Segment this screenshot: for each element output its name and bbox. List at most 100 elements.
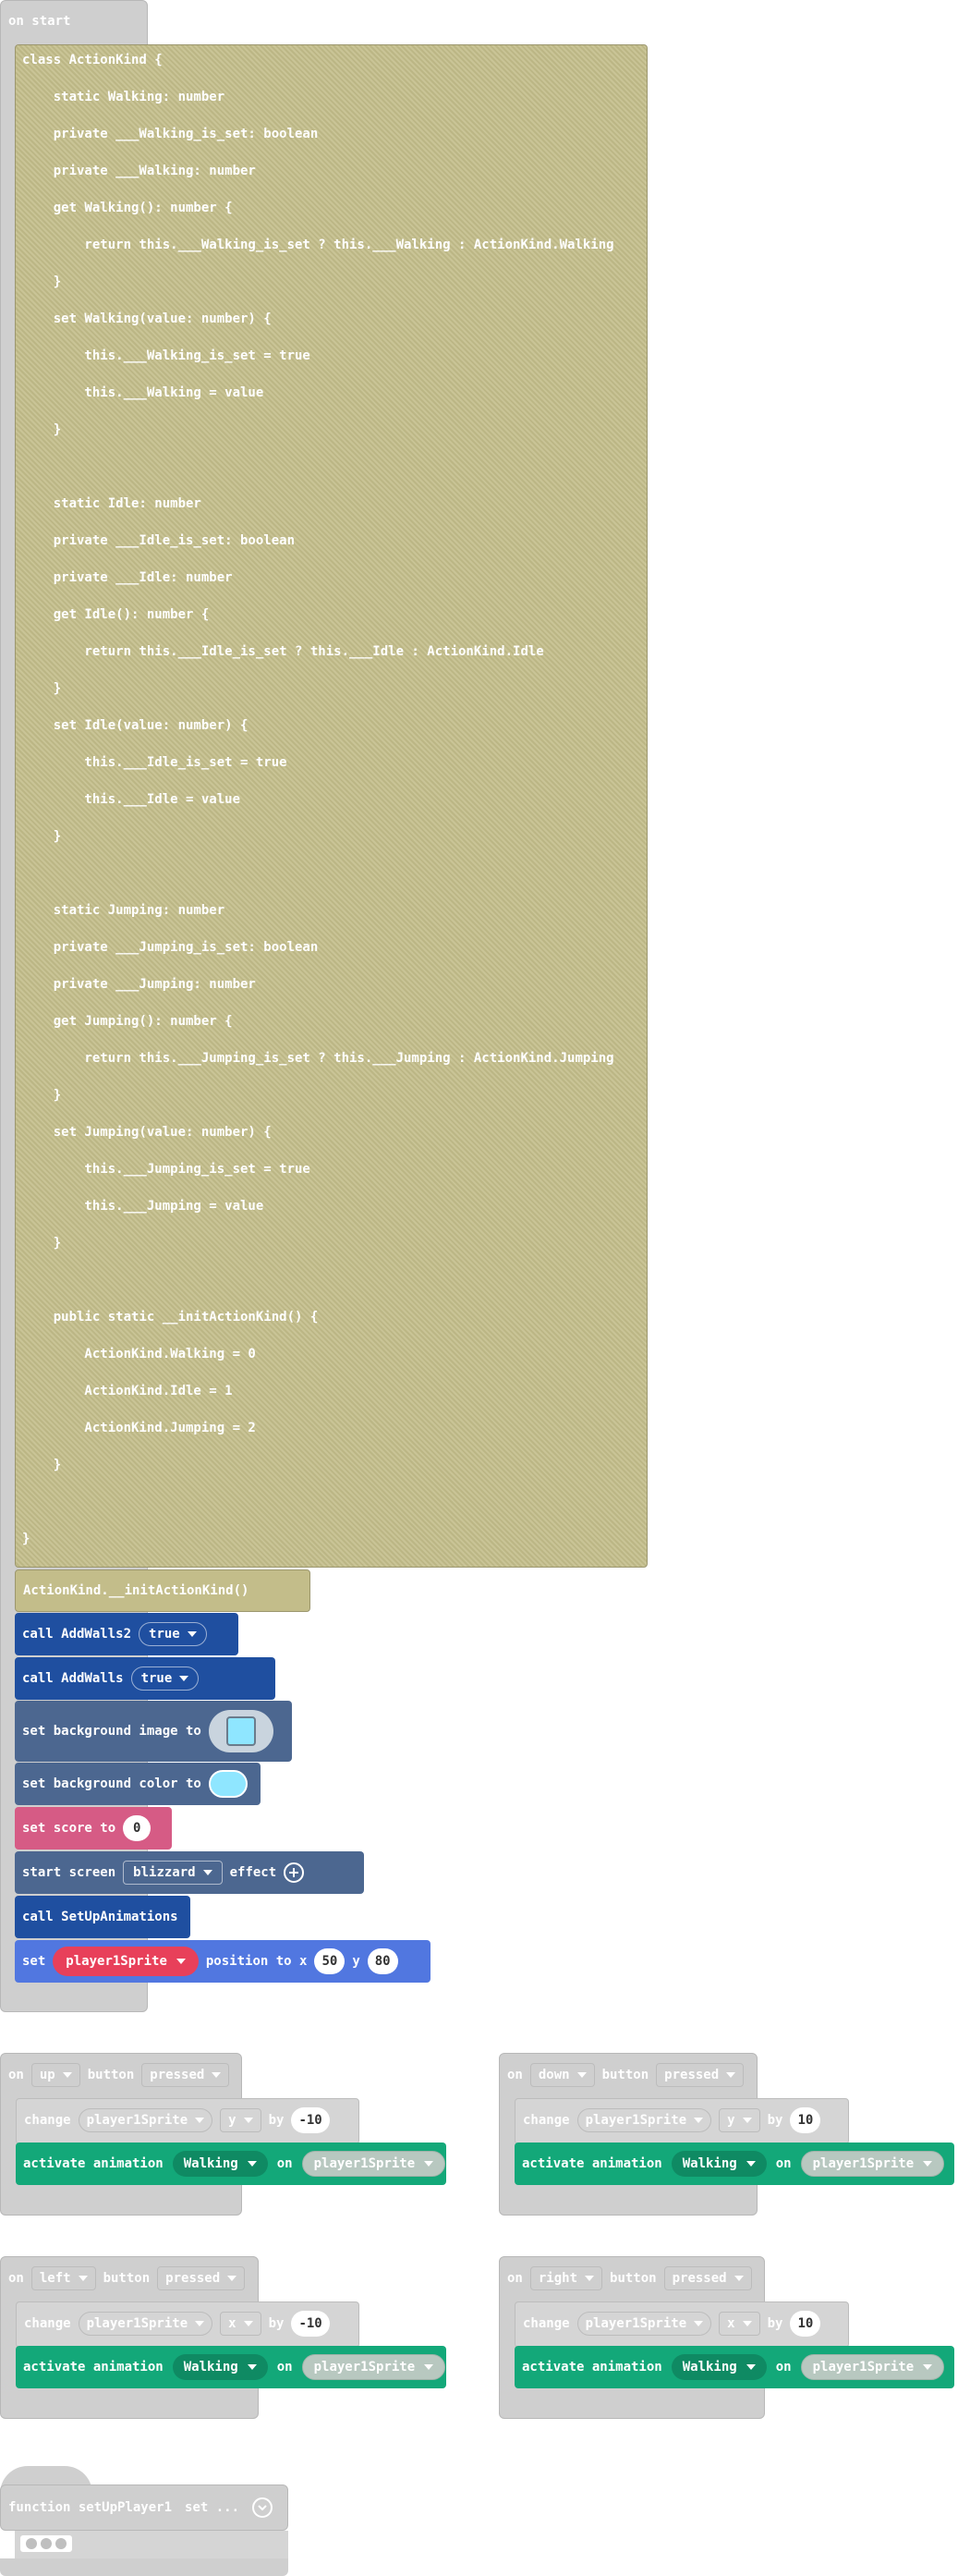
button-value: right bbox=[538, 2271, 578, 2286]
change-sprite-dropdown[interactable]: player1Sprite bbox=[78, 2312, 213, 2336]
background-image-icon[interactable] bbox=[208, 1710, 273, 1752]
chevron-circle-icon[interactable] bbox=[252, 2497, 273, 2518]
code-line: this.___Walking = value bbox=[22, 385, 264, 400]
on-label: on bbox=[8, 2068, 24, 2082]
activate-animation-block[interactable]: activate animation Walking on player1Sprite bbox=[16, 2346, 446, 2388]
change-block[interactable]: change player1Sprite x by 10 bbox=[515, 2301, 849, 2348]
code-line: ActionKind.Walking = 0 bbox=[22, 1347, 256, 1361]
activate-animation-block[interactable]: activate animation Walking on player1Sprite bbox=[515, 2346, 954, 2388]
button-dropdown[interactable]: up bbox=[30, 2063, 80, 2087]
on-target-label: on bbox=[775, 2156, 792, 2171]
position-x-input[interactable]: 50 bbox=[314, 1948, 346, 1974]
change-sprite-dropdown[interactable]: player1Sprite bbox=[576, 2312, 712, 2336]
code-line: } bbox=[22, 1236, 62, 1251]
caret-down-icon bbox=[585, 2276, 595, 2281]
axis-dropdown[interactable]: x bbox=[220, 2312, 261, 2336]
delta-input[interactable]: 10 bbox=[790, 2311, 821, 2337]
event-dropdown[interactable]: pressed bbox=[141, 2063, 230, 2087]
change-block[interactable]: change player1Sprite y by -10 bbox=[16, 2098, 359, 2144]
init-action-kind-block[interactable]: ActionKind.__initActionKind() bbox=[15, 1569, 310, 1612]
init-action-kind-label: ActionKind.__initActionKind() bbox=[23, 1583, 249, 1598]
axis-value: y bbox=[727, 2113, 735, 2128]
code-line: } bbox=[22, 829, 62, 844]
code-line: this.___Idle_is_set = true bbox=[22, 755, 287, 770]
controller-event-up[interactable]: on up button pressed change player1Sprite y by -… bbox=[0, 2053, 446, 2216]
code-block[interactable]: class ActionKind { static Walking: numbe… bbox=[15, 44, 648, 1568]
change-block[interactable]: change player1Sprite y by 10 bbox=[515, 2098, 849, 2144]
target-sprite-dropdown[interactable]: player1Sprite bbox=[301, 2354, 446, 2380]
change-label: change bbox=[24, 2316, 71, 2331]
on-start-label: on start bbox=[8, 14, 71, 29]
button-dropdown[interactable]: down bbox=[529, 2063, 595, 2087]
button-value: up bbox=[39, 2068, 55, 2082]
call-addwalls-block[interactable]: call AddWalls true bbox=[15, 1657, 275, 1700]
function-header[interactable]: function setUpPlayer1 set ... bbox=[0, 2484, 288, 2531]
axis-dropdown[interactable]: x bbox=[719, 2312, 760, 2336]
set-position-block[interactable]: set player1Sprite position to x 50 y 80 bbox=[15, 1940, 430, 1983]
event-value: pressed bbox=[672, 2271, 727, 2286]
event-dropdown[interactable]: pressed bbox=[157, 2266, 246, 2290]
call-setup-animations-block[interactable]: call SetUpAnimations bbox=[15, 1896, 190, 1938]
animation-dropdown[interactable]: Walking bbox=[671, 2354, 767, 2380]
function-params[interactable] bbox=[15, 2533, 288, 2555]
animation-dropdown[interactable]: Walking bbox=[671, 2151, 767, 2177]
change-sprite-dropdown[interactable]: player1Sprite bbox=[78, 2108, 213, 2132]
target-sprite-dropdown[interactable]: player1Sprite bbox=[301, 2151, 446, 2177]
addwalls2-value: true bbox=[149, 1627, 180, 1642]
caret-down-icon bbox=[746, 2364, 756, 2370]
event-dropdown[interactable]: pressed bbox=[663, 2266, 752, 2290]
activate-animation-block[interactable]: activate animation Walking on player1Sprite bbox=[16, 2143, 446, 2185]
axis-dropdown[interactable]: y bbox=[220, 2108, 261, 2132]
axis-dropdown[interactable]: y bbox=[719, 2108, 760, 2132]
set-background-image-block[interactable]: set background image to bbox=[15, 1701, 292, 1762]
code-line: private ___Idle_is_set: boolean bbox=[22, 533, 296, 548]
dots-icon[interactable] bbox=[20, 2535, 72, 2552]
on-target-label: on bbox=[276, 2360, 293, 2375]
position-y-input[interactable]: 80 bbox=[367, 1948, 398, 1974]
caret-down-icon bbox=[187, 1631, 197, 1637]
delta-input[interactable]: 10 bbox=[790, 2107, 821, 2133]
button-dropdown[interactable]: left bbox=[30, 2266, 96, 2290]
plus-circle-icon[interactable] bbox=[284, 1862, 305, 1883]
controller-event-left[interactable]: on left button pressed change player1Sprite x b… bbox=[0, 2256, 446, 2419]
axis-value: x bbox=[727, 2316, 735, 2331]
animation-dropdown[interactable]: Walking bbox=[172, 2354, 268, 2380]
animation-value: Walking bbox=[682, 2360, 737, 2375]
caret-down-icon bbox=[195, 2321, 205, 2326]
target-sprite-dropdown[interactable]: player1Sprite bbox=[800, 2151, 945, 2177]
target-sprite-dropdown[interactable]: player1Sprite bbox=[800, 2354, 945, 2380]
change-sprite-dropdown[interactable]: player1Sprite bbox=[576, 2108, 712, 2132]
caret-down-icon bbox=[62, 2072, 72, 2078]
code-line: private ___Walking_is_set: boolean bbox=[22, 127, 319, 141]
start-screen-effect-block[interactable]: start screen blizzard effect bbox=[15, 1851, 364, 1894]
function-block[interactable]: function setUpPlayer1 set ... bbox=[0, 2466, 288, 2576]
animation-dropdown[interactable]: Walking bbox=[172, 2151, 268, 2177]
addwalls2-value-dropdown[interactable]: true bbox=[139, 1622, 207, 1646]
call-addwalls2-block[interactable]: call AddWalls2 true bbox=[15, 1613, 238, 1655]
sprite-dropdown[interactable]: player1Sprite bbox=[53, 1947, 199, 1976]
color-swatch-icon[interactable] bbox=[208, 1770, 248, 1798]
controller-event-down[interactable]: on down button pressed change player1Sprite y b… bbox=[499, 2053, 954, 2216]
button-dropdown[interactable]: right bbox=[529, 2266, 603, 2290]
caret-down-icon bbox=[195, 2118, 205, 2123]
change-block[interactable]: change player1Sprite x by -10 bbox=[16, 2301, 359, 2348]
event-dropdown[interactable]: pressed bbox=[656, 2063, 745, 2087]
change-sprite-value: player1Sprite bbox=[585, 2113, 687, 2128]
controller-event-right[interactable]: on right button pressed change player1Sprite x… bbox=[499, 2256, 954, 2419]
animation-value: Walking bbox=[183, 2360, 238, 2375]
activate-animation-block[interactable]: activate animation Walking on player1Sprite bbox=[515, 2143, 954, 2185]
effect-dropdown[interactable]: blizzard bbox=[123, 1861, 223, 1885]
caret-down-icon bbox=[694, 2118, 704, 2123]
target-sprite-value: player1Sprite bbox=[313, 2360, 416, 2375]
addwalls-value-dropdown[interactable]: true bbox=[130, 1666, 200, 1691]
score-input[interactable]: 0 bbox=[123, 1815, 152, 1841]
set-background-color-block[interactable]: set background color to bbox=[15, 1763, 261, 1805]
event-header: on down button pressed bbox=[507, 2063, 745, 2087]
set-score-block[interactable]: set score to 0 bbox=[15, 1807, 172, 1850]
code-line: return this.___Idle_is_set ? this.___Idl… bbox=[22, 644, 544, 659]
delta-input[interactable]: -10 bbox=[291, 2107, 330, 2133]
set-background-color-label: set background color to bbox=[22, 1776, 201, 1791]
code-line: private ___Walking: number bbox=[22, 164, 256, 178]
delta-input[interactable]: -10 bbox=[291, 2311, 330, 2337]
axis-value: x bbox=[228, 2316, 236, 2331]
